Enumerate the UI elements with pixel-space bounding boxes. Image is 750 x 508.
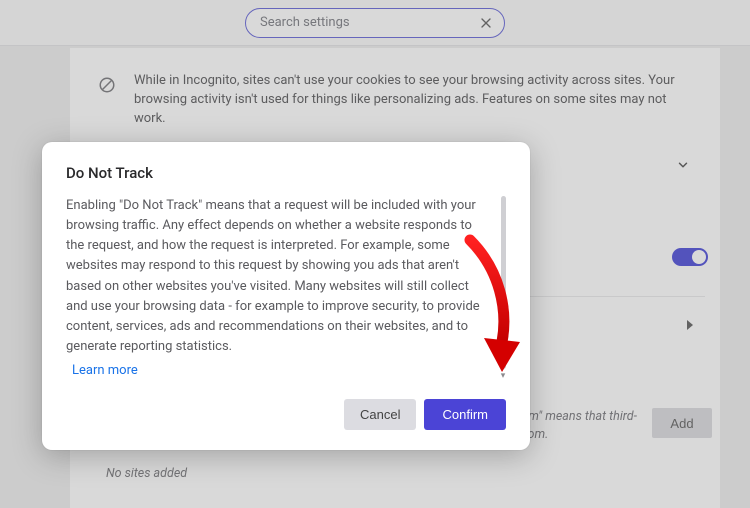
- confirm-button[interactable]: Confirm: [424, 399, 506, 430]
- dialog-actions: Cancel Confirm: [66, 399, 506, 430]
- do-not-track-dialog: Do Not Track Enabling "Do Not Track" mea…: [42, 142, 530, 450]
- no-sites-label: No sites added: [106, 466, 712, 481]
- block-circle-icon: [98, 76, 116, 94]
- incognito-notice-text: While in Incognito, sites can't use your…: [134, 72, 692, 129]
- dnt-toggle[interactable]: [672, 248, 708, 266]
- dialog-body: Enabling "Do Not Track" means that a req…: [66, 196, 492, 381]
- cancel-button[interactable]: Cancel: [344, 399, 416, 430]
- learn-more-link[interactable]: Learn more: [72, 361, 138, 381]
- add-site-button[interactable]: Add: [652, 408, 712, 438]
- caret-right-icon[interactable]: [687, 320, 695, 330]
- search-input[interactable]: Search settings: [245, 8, 505, 38]
- scroll-down-caret-icon: ▾: [501, 371, 506, 381]
- dialog-title: Do Not Track: [66, 164, 506, 182]
- incognito-notice: While in Incognito, sites can't use your…: [70, 72, 720, 129]
- dialog-scrollbar[interactable]: ▾: [500, 196, 506, 381]
- settings-topbar: Search settings: [0, 0, 750, 46]
- dialog-body-text: Enabling "Do Not Track" means that a req…: [66, 198, 480, 354]
- clear-search-icon[interactable]: [478, 15, 494, 31]
- chevron-down-icon[interactable]: [676, 158, 690, 172]
- search-placeholder: Search settings: [260, 15, 478, 30]
